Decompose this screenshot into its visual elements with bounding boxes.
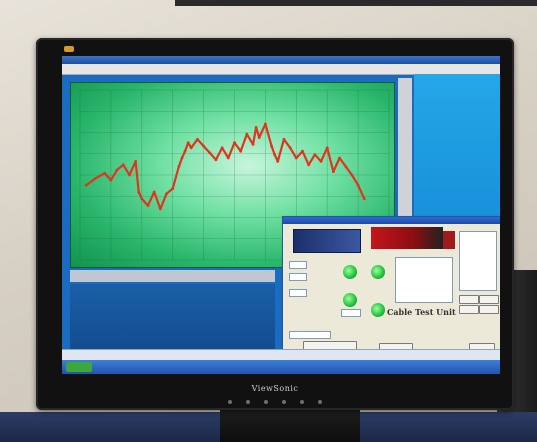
results-list[interactable] [395,257,453,303]
monitor-button-3[interactable] [264,400,268,404]
monitor-logo-icon [64,46,74,52]
product-banner [371,227,443,249]
monitor-buttons [228,400,322,404]
monitor-button-2[interactable] [246,400,250,404]
status-led-4-icon [371,303,385,317]
dialog-button-4[interactable] [479,305,499,314]
dialog-title-bar [283,217,500,224]
status-led-3-icon [343,293,357,307]
dialog-button-1[interactable] [459,295,479,304]
options-list[interactable] [459,231,497,291]
status-field [289,331,331,339]
dialog-button-2[interactable] [479,295,499,304]
monitor-button-4[interactable] [282,400,286,404]
app-title-bar [62,56,500,64]
dialog-button-3[interactable] [459,305,479,314]
start-button[interactable] [66,362,92,372]
dialog-big-label: Cable Test Unit [387,307,456,317]
product-banner-accent [443,231,455,249]
monitor-brand-label: ViewSonic [251,384,299,393]
status-led-2-icon [371,265,385,279]
background-dark-edge [175,0,537,6]
taskbar [62,360,500,374]
lower-panel-header [70,270,275,282]
monitor-button-1[interactable] [228,400,232,404]
monitor-bezel-bottom: ViewSonic [36,376,514,410]
status-led-1-icon [343,265,357,279]
instrument-logo [293,229,361,253]
monitor-button-5[interactable] [300,400,304,404]
status-bar [62,349,500,360]
monitor-screen: Cable Test Unit [62,56,500,374]
monitor: Cable Test Unit ViewSonic [36,38,514,410]
setting-field-4[interactable] [341,309,361,317]
monitor-button-6[interactable] [318,400,322,404]
setting-field-3[interactable] [289,289,307,297]
setting-field-2[interactable] [289,273,307,281]
instrument-dialog: Cable Test Unit [282,216,500,358]
setting-field-1[interactable] [289,261,307,269]
